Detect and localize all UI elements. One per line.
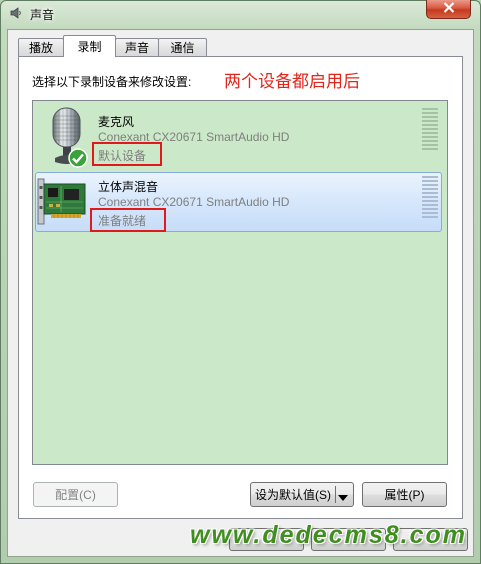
level-meter-bar xyxy=(422,116,438,118)
set-default-split-button[interactable]: 设为默认值(S) xyxy=(250,482,354,507)
tab-recording[interactable]: 录制 xyxy=(63,35,116,57)
device-name: 麦克风 xyxy=(98,115,135,129)
tab-label: 声音 xyxy=(124,41,149,55)
tab-label: 播放 xyxy=(28,41,53,55)
tab-sounds[interactable]: 声音 xyxy=(115,38,159,56)
level-meter-bar xyxy=(422,136,438,138)
level-meter-bar xyxy=(422,176,438,178)
device-name: 立体声混音 xyxy=(98,180,159,194)
button-label: 属性(P) xyxy=(384,488,425,502)
level-meter-bar xyxy=(422,204,438,206)
level-meter-bar xyxy=(422,200,438,202)
level-meter-bar xyxy=(422,148,438,150)
properties-button[interactable]: 属性(P) xyxy=(362,482,447,507)
split-divider xyxy=(335,486,336,503)
watermark-text: www.dedecms8.com xyxy=(190,521,467,549)
level-meter-bar xyxy=(422,128,438,130)
level-meter-bar xyxy=(422,216,438,218)
level-meter xyxy=(422,108,438,152)
level-meter-bar xyxy=(422,184,438,186)
level-meter-bar xyxy=(422,108,438,110)
sound-card-icon xyxy=(37,178,87,229)
configure-button[interactable]: 配置(C) xyxy=(33,482,118,507)
tab-communications[interactable]: 通信 xyxy=(158,38,207,56)
level-meter-bar xyxy=(422,188,438,190)
chevron-down-icon[interactable] xyxy=(337,491,349,505)
annotation-note: 两个设备都启用后 xyxy=(224,72,360,91)
level-meter-bar xyxy=(422,140,438,142)
close-button[interactable] xyxy=(426,0,471,19)
set-default-button[interactable]: 设为默认值(S) xyxy=(251,483,335,506)
default-device-check-icon xyxy=(68,148,88,171)
level-meter-bar xyxy=(422,180,438,182)
level-meter-bar xyxy=(422,192,438,194)
level-meter-bar xyxy=(422,124,438,126)
level-meter-bar xyxy=(422,132,438,134)
tab-label: 通信 xyxy=(170,41,195,55)
device-driver: Conexant CX20671 SmartAudio HD xyxy=(98,195,290,209)
close-icon xyxy=(443,2,455,16)
level-meter-bar xyxy=(422,196,438,198)
level-meter-bar xyxy=(422,208,438,210)
tab-playback[interactable]: 播放 xyxy=(18,38,64,56)
speaker-icon xyxy=(9,6,23,20)
level-meter-bar xyxy=(422,120,438,122)
instruction-label: 选择以下录制设备来修改设置: xyxy=(32,75,192,89)
tab-label: 录制 xyxy=(77,40,102,54)
window-title: 声音 xyxy=(30,8,55,22)
level-meter-bar xyxy=(422,212,438,214)
annotation-highlight-box xyxy=(90,208,166,232)
button-label: 配置(C) xyxy=(55,488,96,502)
level-meter xyxy=(422,176,438,220)
annotation-highlight-box xyxy=(92,142,162,166)
level-meter-bar xyxy=(422,144,438,146)
level-meter-bar xyxy=(422,112,438,114)
